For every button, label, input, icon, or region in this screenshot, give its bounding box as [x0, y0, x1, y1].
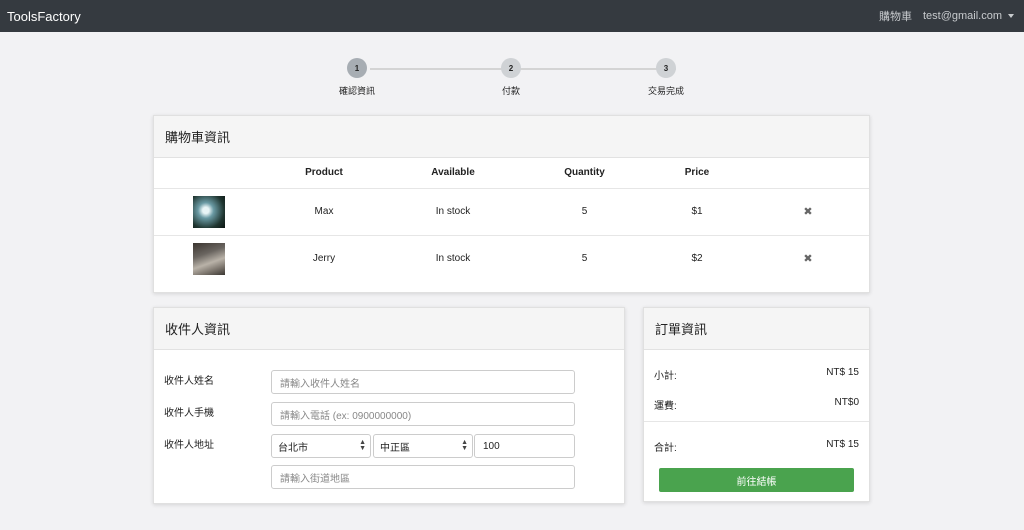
city-value: 台北市	[278, 442, 308, 454]
total-value: NT$ 15	[826, 439, 859, 450]
select-arrows-icon: ▲ ▼	[359, 439, 366, 452]
subtotal-value: NT$ 15	[826, 367, 859, 378]
recipient-phone-placeholder: 請輸入電話 (ex: 0900000000)	[280, 410, 412, 422]
order-divider	[644, 421, 869, 422]
remove-cell: ✖	[747, 235, 869, 282]
district-select[interactable]: 中正區 ▲ ▼	[373, 434, 473, 458]
step-1-number: 1	[347, 58, 367, 78]
product-quantity: 5	[581, 253, 588, 265]
step-3: 3 交易完成	[636, 58, 696, 97]
recipient-name-label: 收件人姓名	[164, 376, 214, 387]
column-header	[747, 158, 869, 189]
city-select[interactable]: 台北市 ▲ ▼	[271, 434, 371, 458]
district-value: 中正區	[380, 442, 410, 454]
user-menu[interactable]: test@gmail.com	[923, 10, 1014, 22]
order-title: 訂單資訊	[644, 308, 869, 350]
remove-icon[interactable]: ✖	[803, 206, 812, 218]
recipient-name-input[interactable]: 請輸入收件人姓名	[271, 370, 575, 394]
product-availability: In stock	[435, 253, 471, 265]
step-3-number: 3	[656, 58, 676, 78]
product-name: Max	[264, 188, 384, 236]
cart-link[interactable]: 購物車	[879, 8, 912, 24]
column-header-price: Price	[647, 158, 747, 189]
step-3-label: 交易完成	[647, 86, 684, 96]
step-2-number: 2	[501, 58, 521, 78]
street-input[interactable]: 請輸入街道地區	[271, 465, 575, 489]
cart-title: 購物車資訊	[154, 116, 869, 158]
remove-cell: ✖	[747, 188, 869, 236]
user-email: test@gmail.com	[922, 10, 1002, 22]
step-2-label: 付款	[501, 86, 520, 96]
step-1-label: 確認資訊	[338, 86, 375, 96]
product-name: Jerry	[312, 253, 336, 265]
product-thumbnail-cell	[154, 235, 264, 282]
zip-value: 100	[483, 440, 500, 452]
product-thumbnail[interactable]	[193, 242, 225, 275]
shipping-value: NT$0	[834, 397, 859, 408]
recipient-title: 收件人資訊	[154, 308, 624, 350]
recipient-name-placeholder: 請輸入收件人姓名	[280, 378, 360, 390]
total-label: 合計:	[654, 443, 677, 454]
recipient-phone-label: 收件人手機	[164, 408, 214, 419]
recipient-phone-input[interactable]: 請輸入電話 (ex: 0900000000)	[271, 402, 575, 426]
nav-right: 購物車 test@gmail.com	[879, 8, 1014, 24]
zip-input[interactable]: 100	[474, 434, 575, 458]
total-row: 合計: NT$ 15	[654, 439, 859, 454]
remove-icon[interactable]: ✖	[803, 253, 812, 265]
order-card: 訂單資訊 小計: NT$ 15 運費: NT$0 合計: NT$ 15 前往結帳	[643, 307, 870, 502]
cart-table: Product Available Quantity Price Max In …	[154, 158, 869, 282]
cart-card: 購物車資訊 Product Available Quantity Price M…	[153, 115, 870, 293]
product-thumbnail-cell	[154, 188, 264, 236]
select-arrows-icon: ▲ ▼	[461, 439, 468, 452]
product-availability: In stock	[384, 188, 522, 236]
subtotal-row: 小計: NT$ 15	[654, 367, 859, 382]
top-navbar: ToolsFactory 購物車 test@gmail.com	[0, 0, 1024, 32]
product-price: $2	[691, 253, 703, 265]
checkout-button[interactable]: 前往結帳	[659, 468, 854, 492]
checkout-steps: 1 確認資訊 2 付款 3 交易完成	[339, 58, 690, 98]
product-thumbnail[interactable]	[193, 195, 225, 228]
column-header-available: Available	[384, 158, 522, 189]
column-header-product: Product	[264, 158, 384, 189]
cart-header-row: Product Available Quantity Price	[154, 158, 869, 189]
recipient-card: 收件人資訊 收件人姓名 請輸入收件人姓名 收件人手機 請輸入電話 (ex: 09…	[153, 307, 625, 504]
product-price: $1	[647, 188, 747, 236]
cart-row: Max In stock 5 $1 ✖	[154, 188, 869, 236]
step-1: 1 確認資訊	[327, 58, 387, 97]
column-header-quantity: Quantity	[522, 158, 647, 189]
street-placeholder: 請輸入街道地區	[280, 473, 350, 485]
shipping-row: 運費: NT$0	[654, 397, 859, 412]
brand-logo[interactable]: ToolsFactory	[7, 9, 81, 24]
caret-down-icon	[1008, 14, 1014, 19]
cart-row: Jerry In stock 5 $2 ✖	[154, 235, 869, 282]
column-header	[154, 158, 264, 189]
step-2: 2 付款	[481, 58, 541, 97]
product-quantity: 5	[522, 188, 647, 236]
recipient-address-label: 收件人地址	[164, 440, 214, 451]
shipping-label: 運費:	[654, 401, 677, 412]
subtotal-label: 小計:	[654, 371, 677, 382]
